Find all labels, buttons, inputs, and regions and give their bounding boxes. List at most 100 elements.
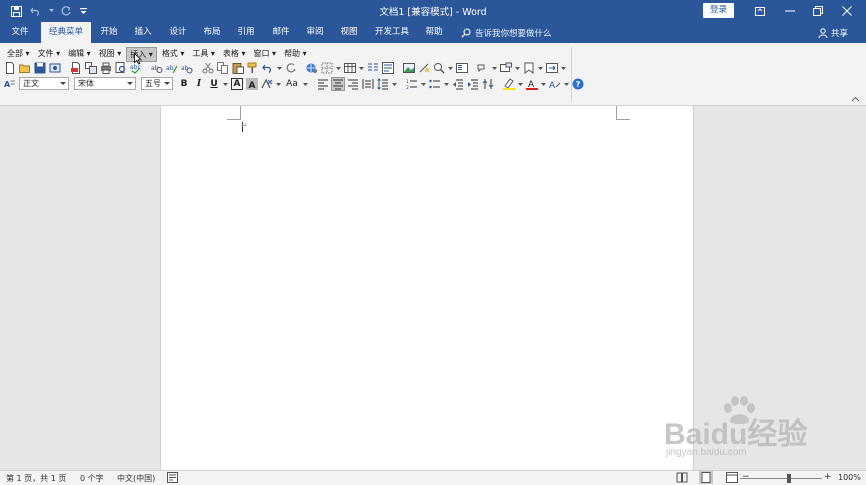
collapse-ribbon-icon[interactable]	[851, 96, 860, 104]
asian-layout-icon[interactable]	[482, 78, 494, 90]
document-page[interactable]: ↵	[160, 106, 694, 470]
research-icon[interactable]: ab	[151, 62, 163, 74]
macro-record-icon[interactable]	[167, 472, 178, 483]
spelling-check-icon[interactable]: abc	[130, 62, 142, 74]
font-size-adjust-dropdown-icon[interactable]	[564, 78, 569, 90]
style-combo[interactable]: 正文	[19, 77, 69, 90]
cross-reference-dropdown-icon[interactable]	[561, 62, 566, 74]
minimize-icon[interactable]	[777, 2, 803, 20]
document-map-icon[interactable]	[456, 62, 468, 74]
print-layout-icon[interactable]	[699, 471, 713, 484]
tab-layout[interactable]: 布局	[199, 22, 225, 43]
zoom-out-icon[interactable]: −	[742, 472, 750, 482]
menu-view[interactable]: 视图 ▾	[96, 47, 125, 62]
columns-icon[interactable]	[367, 62, 379, 74]
hyperlink-icon[interactable]	[306, 62, 318, 74]
cut-icon[interactable]	[202, 62, 214, 74]
decrease-indent-icon[interactable]	[452, 78, 464, 90]
numbering-icon[interactable]: 12	[406, 78, 418, 90]
print-icon[interactable]	[100, 62, 112, 74]
undo-icon[interactable]	[262, 62, 274, 74]
zoom-dropdown-icon[interactable]	[448, 62, 453, 74]
word-count-icon[interactable]: ab	[181, 62, 193, 74]
thesaurus-icon[interactable]: ab	[166, 62, 178, 74]
vertical-scrollbar[interactable]	[857, 106, 866, 470]
line-spacing-icon[interactable]	[377, 77, 389, 90]
font-color-dropdown-icon[interactable]	[541, 78, 546, 90]
pdf-icon[interactable]	[70, 62, 82, 74]
redo-icon[interactable]	[285, 62, 297, 74]
save-icon[interactable]	[34, 62, 46, 74]
menu-help[interactable]: 帮助 ▾	[281, 47, 310, 62]
character-border-button[interactable]: A	[231, 77, 243, 90]
tab-mailings[interactable]: 邮件	[268, 22, 294, 43]
shapes-icon[interactable]	[477, 62, 489, 74]
tab-design[interactable]: 设计	[165, 22, 191, 43]
zoom-in-icon[interactable]: +	[824, 472, 832, 482]
copy-icon[interactable]	[217, 62, 229, 74]
underline-button[interactable]: U	[208, 79, 220, 89]
style-dropdown-icon[interactable]	[60, 82, 66, 85]
bullets-icon[interactable]	[429, 78, 441, 90]
tab-developer[interactable]: 开发工具	[371, 22, 413, 43]
login-button[interactable]: 登录	[703, 3, 734, 18]
bookmark-icon[interactable]	[523, 62, 535, 74]
align-left-icon[interactable]	[317, 78, 329, 90]
menu-file[interactable]: 文件 ▾	[35, 47, 64, 62]
status-word-count[interactable]: 0 个字	[80, 473, 104, 484]
tab-home[interactable]: 开始	[96, 22, 122, 43]
font-combo[interactable]: 宋体	[74, 77, 136, 90]
align-right-icon[interactable]	[347, 78, 359, 90]
permission-icon[interactable]	[49, 62, 61, 74]
font-size-dropdown-icon[interactable]	[164, 82, 170, 85]
close-icon[interactable]	[834, 2, 860, 20]
align-center-icon[interactable]	[331, 76, 345, 91]
text-box-icon[interactable]	[382, 62, 394, 74]
text-effects-dropdown-icon[interactable]	[276, 78, 281, 90]
web-layout-icon[interactable]	[726, 472, 738, 483]
status-page-count[interactable]: 第 1 页，共 1 页	[6, 473, 66, 484]
tab-insert[interactable]: 插入	[130, 22, 156, 43]
open-folder-icon[interactable]	[19, 62, 31, 74]
restore-icon[interactable]	[805, 2, 831, 20]
distributed-icon[interactable]	[362, 78, 374, 90]
tab-classic-menu[interactable]: 经典菜单	[41, 22, 91, 43]
format-painter-icon[interactable]	[247, 62, 259, 74]
tab-view[interactable]: 视图	[336, 22, 362, 43]
italic-button[interactable]: I	[193, 79, 205, 89]
text-effects-icon[interactable]	[261, 78, 273, 90]
screenshot-dropdown-icon[interactable]	[515, 62, 520, 74]
picture-icon[interactable]	[403, 62, 415, 74]
bold-button[interactable]: B	[178, 79, 190, 89]
print-preview-icon[interactable]	[115, 62, 127, 74]
tab-help[interactable]: 帮助	[421, 22, 447, 43]
tab-file[interactable]: 文件	[4, 22, 36, 43]
font-color-icon[interactable]: A	[526, 78, 538, 90]
font-size-combo[interactable]: 五号	[141, 77, 173, 90]
bullets-dropdown-icon[interactable]	[444, 78, 449, 90]
menu-tools[interactable]: 工具 ▾	[189, 47, 218, 62]
font-dropdown-icon[interactable]	[127, 82, 133, 85]
undo-dropdown-icon[interactable]	[277, 62, 282, 74]
bookmark-dropdown-icon[interactable]	[538, 62, 543, 74]
zoom-slider[interactable]	[740, 478, 822, 479]
highlight-dropdown-icon[interactable]	[518, 78, 523, 90]
zoom-level[interactable]: 100%	[838, 473, 861, 482]
template-icon[interactable]	[85, 62, 97, 74]
underline-dropdown-icon[interactable]	[223, 78, 228, 90]
share-button[interactable]: 共享	[818, 27, 848, 39]
tab-references[interactable]: 引用	[233, 22, 259, 43]
status-language[interactable]: 中文(中国)	[117, 473, 155, 484]
table-dropdown-icon[interactable]	[359, 62, 364, 74]
insert-table-icon[interactable]	[344, 62, 356, 74]
font-size-adjust-icon[interactable]: A	[549, 78, 561, 90]
cross-reference-icon[interactable]	[546, 62, 558, 74]
borders-dropdown-icon[interactable]	[336, 62, 341, 74]
paste-icon[interactable]	[232, 62, 244, 74]
borders-icon[interactable]	[321, 62, 333, 74]
change-case-button[interactable]: Aa	[284, 79, 300, 89]
ribbon-display-options-icon[interactable]	[747, 2, 773, 20]
menu-window[interactable]: 窗口 ▾	[251, 47, 280, 62]
menu-format[interactable]: 格式 ▾	[159, 47, 188, 62]
zoom-slider-thumb[interactable]	[787, 474, 791, 483]
